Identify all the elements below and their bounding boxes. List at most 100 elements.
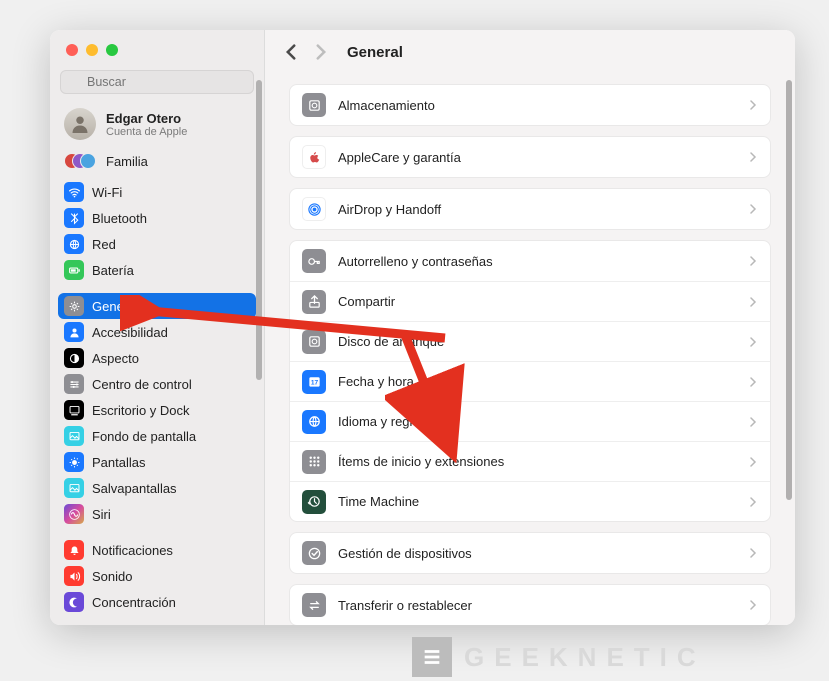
asp-icon — [64, 348, 84, 368]
sidebar-item-aspecto[interactable]: Aspecto — [50, 345, 264, 371]
family-label: Familia — [106, 154, 148, 169]
dev-icon — [302, 541, 326, 565]
row-airdrop[interactable]: AirDrop y Handoff — [290, 189, 770, 229]
notif-icon — [64, 540, 84, 560]
minimize-button[interactable] — [86, 44, 98, 56]
net-icon — [64, 234, 84, 254]
share-icon — [302, 290, 326, 314]
ss-icon — [64, 478, 84, 498]
sidebar-item-sonido[interactable]: Sonido — [50, 563, 264, 589]
sidebar-item-label: Concentración — [92, 595, 176, 610]
family-icon — [64, 151, 96, 171]
sidebar-item-escritorio-dock[interactable]: Escritorio y Dock — [50, 397, 264, 423]
sidebar-item-label: Siri — [92, 507, 111, 522]
sidebar-item-notificaciones[interactable]: Notificaciones — [50, 537, 264, 563]
date-icon — [302, 370, 326, 394]
row-label: Time Machine — [338, 494, 736, 509]
row-almacenamiento[interactable]: Almacenamiento — [290, 85, 770, 125]
maximize-button[interactable] — [106, 44, 118, 56]
sidebar-item-label: Notificaciones — [92, 543, 173, 558]
sidebar-scrollbar[interactable] — [255, 70, 264, 625]
sidebar-item-label: Bluetooth — [92, 211, 147, 226]
row-label: AppleCare y garantía — [338, 150, 736, 165]
row-transferir[interactable]: Transferir o restablecer — [290, 585, 770, 625]
row-idioma[interactable]: Idioma y región — [290, 401, 770, 441]
chevron-right-icon — [748, 600, 758, 610]
row-fecha-hora[interactable]: Fecha y hora — [290, 361, 770, 401]
chevron-right-icon — [748, 457, 758, 467]
sidebar-item-label: Salvapantallas — [92, 481, 177, 496]
sidebar-item-label: Pantallas — [92, 455, 145, 470]
sidebar-item-accesibilidad[interactable]: Accesibilidad — [50, 319, 264, 345]
tm-icon — [302, 490, 326, 514]
sidebar-item-concentracion[interactable]: Concentración — [50, 589, 264, 615]
chevron-right-icon — [748, 256, 758, 266]
alm-icon — [302, 93, 326, 117]
forward-button[interactable] — [313, 44, 329, 60]
wifi-icon — [64, 182, 84, 202]
sidebar-item-label: Wi-Fi — [92, 185, 122, 200]
dock-icon — [64, 400, 84, 420]
row-label: Almacenamiento — [338, 98, 736, 113]
content-header: General — [265, 30, 795, 74]
sidebar-item-red[interactable]: Red — [50, 231, 264, 257]
settings-window: Edgar Otero Cuenta de Apple Familia Wi-F… — [50, 30, 795, 625]
sidebar-item-family[interactable]: Familia — [50, 146, 264, 179]
search-input[interactable] — [60, 70, 254, 94]
row-time-machine[interactable]: Time Machine — [290, 481, 770, 521]
chevron-right-icon — [748, 548, 758, 558]
sidebar-item-bluetooth[interactable]: Bluetooth — [50, 205, 264, 231]
chevron-right-icon — [748, 377, 758, 387]
sidebar-item-label: Aspecto — [92, 351, 139, 366]
siri-icon — [64, 504, 84, 524]
chevron-right-icon — [748, 337, 758, 347]
chevron-right-icon — [748, 297, 758, 307]
sidebar-item-account[interactable]: Edgar Otero Cuenta de Apple — [50, 102, 264, 146]
chevron-right-icon — [748, 204, 758, 214]
disp-icon — [64, 452, 84, 472]
sound-icon — [64, 566, 84, 586]
sidebar-item-label: General — [92, 299, 138, 314]
close-button[interactable] — [66, 44, 78, 56]
row-label: Idioma y región — [338, 414, 736, 429]
sidebar-item-salvapantallas[interactable]: Salvapantallas — [50, 475, 264, 501]
sidebar-item-label: Sonido — [92, 569, 132, 584]
chevron-right-icon — [748, 100, 758, 110]
sidebar-item-general[interactable]: General — [58, 293, 256, 319]
sidebar-item-centro-control[interactable]: Centro de control — [50, 371, 264, 397]
row-label: Compartir — [338, 294, 736, 309]
window-controls — [50, 30, 264, 66]
account-subtitle: Cuenta de Apple — [106, 126, 187, 138]
auto-icon — [302, 249, 326, 273]
sidebar-item-siri[interactable]: Siri — [50, 501, 264, 527]
sidebar-item-wifi[interactable]: Wi-Fi — [50, 179, 264, 205]
chevron-right-icon — [748, 497, 758, 507]
row-compartir[interactable]: Compartir — [290, 281, 770, 321]
row-label: Autorrelleno y contraseñas — [338, 254, 736, 269]
disk-icon — [302, 330, 326, 354]
row-label: Transferir o restablecer — [338, 598, 736, 613]
apple-icon — [302, 145, 326, 169]
cc-icon — [64, 374, 84, 394]
back-button[interactable] — [283, 44, 299, 60]
focus-icon — [64, 592, 84, 612]
row-applecare[interactable]: AppleCare y garantía — [290, 137, 770, 177]
chevron-right-icon — [748, 417, 758, 427]
trans-icon — [302, 593, 326, 617]
watermark: GEEKNETIC — [412, 637, 706, 677]
sidebar: Edgar Otero Cuenta de Apple Familia Wi-F… — [50, 30, 265, 625]
wall-icon — [64, 426, 84, 446]
sidebar-item-bateria[interactable]: Batería — [50, 257, 264, 283]
sidebar-item-fondo-pantalla[interactable]: Fondo de pantalla — [50, 423, 264, 449]
row-autorelleno[interactable]: Autorrelleno y contraseñas — [290, 241, 770, 281]
sidebar-item-label: Escritorio y Dock — [92, 403, 190, 418]
bat-icon — [64, 260, 84, 280]
sidebar-item-pantallas[interactable]: Pantallas — [50, 449, 264, 475]
content-scrollbar[interactable] — [785, 80, 793, 615]
lang-icon — [302, 410, 326, 434]
row-items-inicio[interactable]: Ítems de inicio y extensiones — [290, 441, 770, 481]
content-pane: General Actualización de softwareAlmacen… — [265, 30, 795, 625]
row-disco-arranque[interactable]: Disco de arranque — [290, 321, 770, 361]
row-gestion-disp[interactable]: Gestión de dispositivos — [290, 533, 770, 573]
row-label: Ítems de inicio y extensiones — [338, 454, 736, 469]
